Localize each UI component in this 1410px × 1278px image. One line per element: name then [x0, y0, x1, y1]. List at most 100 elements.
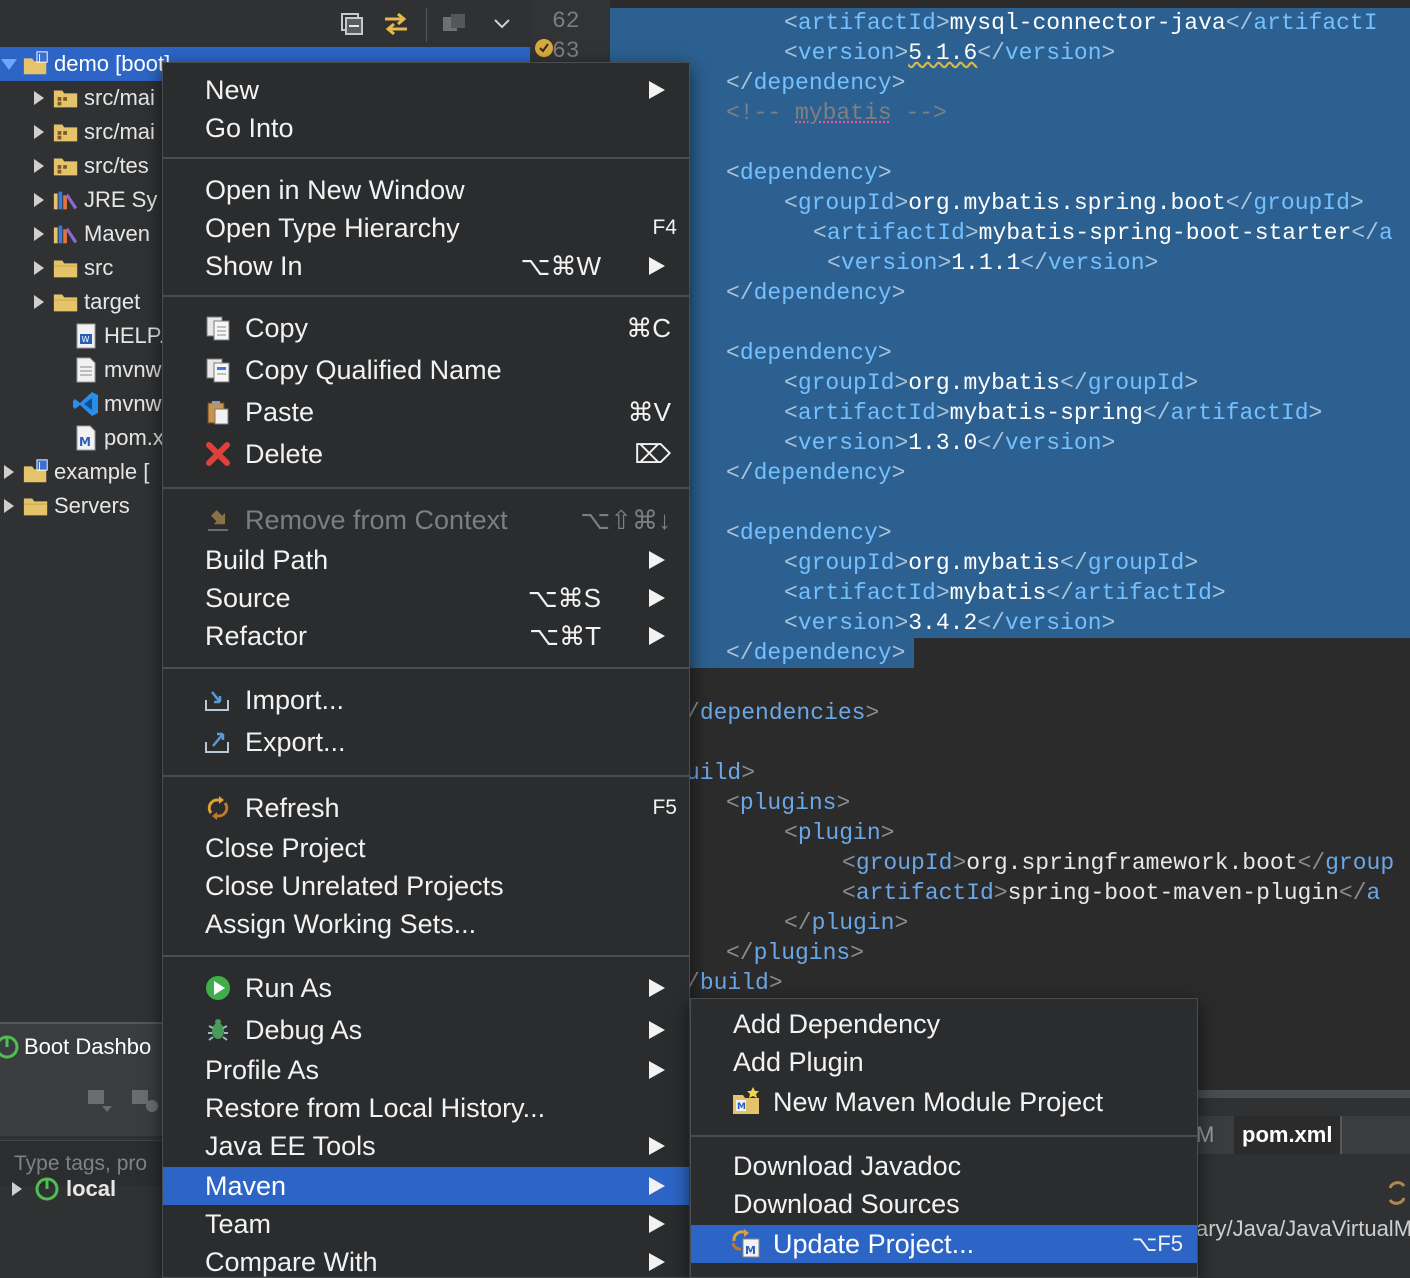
collapse-all-icon[interactable] — [334, 6, 370, 42]
menu-item-java-ee-tools[interactable]: Java EE Tools — [163, 1127, 689, 1165]
code-punct: > — [878, 520, 892, 546]
menu-item-shortcut: ⌦ — [634, 439, 671, 470]
expand-arrow-icon[interactable] — [30, 123, 48, 141]
expand-arrow-icon[interactable] — [30, 259, 48, 277]
code-punct: > — [892, 70, 906, 96]
menu-item-open-in-new-window[interactable]: Open in New Window — [163, 171, 689, 209]
code-token: version — [798, 40, 895, 66]
sync-icon[interactable] — [1384, 1178, 1410, 1213]
focus-icon[interactable] — [436, 6, 472, 42]
menu-item-refactor[interactable]: Refactor ⌥⌘T — [163, 617, 689, 655]
menu-separator — [163, 955, 689, 957]
paste-icon — [203, 397, 233, 427]
boot-dashboard-toolbar — [0, 1070, 168, 1136]
code-punct: > — [878, 160, 892, 186]
menu-item-paste[interactable]: Paste ⌘V — [163, 393, 689, 431]
code-token: a — [1367, 880, 1381, 906]
tab-overview-partial[interactable]: M — [1196, 1122, 1214, 1148]
menu-item-label: Run As — [245, 973, 332, 1004]
maven-menu-item-add-dependency[interactable]: Add Dependency — [691, 1005, 1197, 1043]
menu-item-copy-qualified-name[interactable]: Copy Qualified Name — [163, 351, 689, 389]
menu-item-refresh[interactable]: Refresh F5 — [163, 789, 689, 827]
svg-text:M: M — [745, 1244, 756, 1257]
menu-item-maven[interactable]: Maven — [163, 1167, 689, 1205]
expand-arrow-icon[interactable] — [0, 463, 18, 481]
menu-item-restore-from-local-history[interactable]: Restore from Local History... — [163, 1089, 689, 1127]
code-punct: < — [784, 40, 798, 66]
code-token: groupId — [1253, 190, 1350, 216]
code-punct: </ — [726, 640, 754, 666]
code-token: --> — [892, 100, 947, 126]
expand-arrow-icon[interactable] — [30, 89, 48, 107]
tab-pom-xml[interactable]: pom.xml — [1234, 1116, 1342, 1154]
code-token: dependency — [754, 70, 892, 96]
menu-item-build-path[interactable]: Build Path — [163, 541, 689, 579]
boot-dashboard: Boot Dashbo Type tags, pro local — [0, 1022, 168, 1278]
menu-item-assign-working-sets[interactable]: Assign Working Sets... — [163, 905, 689, 943]
boot-local-target[interactable]: local — [0, 1172, 168, 1206]
export-icon — [203, 727, 233, 757]
menu-item-compare-with[interactable]: Compare With — [163, 1243, 689, 1278]
maven-menu-item-download-javadoc[interactable]: Download Javadoc — [691, 1147, 1197, 1185]
code-punct: < — [827, 250, 841, 276]
link-with-editor-icon[interactable] — [378, 6, 414, 42]
code-punct: > — [894, 910, 908, 936]
debug-deploy-icon[interactable] — [130, 1084, 160, 1119]
code-token: version — [798, 430, 895, 456]
code-punct: </ — [977, 430, 1005, 456]
menu-item-close-project[interactable]: Close Project — [163, 829, 689, 867]
menu-item-label: Download Sources — [733, 1189, 960, 1220]
maven-menu-item-download-sources[interactable]: Download Sources — [691, 1185, 1197, 1223]
menu-item-import[interactable]: Import... — [163, 681, 689, 719]
expand-arrow-icon[interactable] — [30, 157, 48, 175]
code-punct: > — [892, 460, 906, 486]
code-token: artifactId — [827, 220, 965, 246]
code-token: dependency — [740, 340, 878, 366]
menu-item-export[interactable]: Export... — [163, 723, 689, 761]
code-punct: </ — [1060, 370, 1088, 396]
code-token: mybatis — [950, 580, 1047, 606]
code-line: <artifactId>mybatis</artifactId> — [784, 578, 1226, 608]
menu-item-new[interactable]: New — [163, 71, 689, 109]
expand-arrow-icon[interactable] — [8, 1180, 26, 1198]
code-punct: </ — [726, 940, 754, 966]
menu-item-shortcut: ⌥⌘S — [528, 583, 601, 614]
menu-item-team[interactable]: Team — [163, 1205, 689, 1243]
maven-menu-item-new-maven-module-project[interactable]: M New Maven Module Project — [691, 1083, 1197, 1121]
menu-item-label: Profile As — [205, 1055, 319, 1086]
menu-item-go-into[interactable]: Go Into — [163, 109, 689, 147]
code-token: artifactId — [798, 580, 936, 606]
menu-item-source[interactable]: Source ⌥⌘S — [163, 579, 689, 617]
menu-item-run-as[interactable]: Run As — [163, 969, 689, 1007]
code-punct: > — [894, 430, 908, 456]
view-menu-chevron-icon[interactable] — [484, 6, 520, 42]
explorer-toolbar — [0, 0, 530, 48]
new-maven-module-icon: M — [731, 1086, 765, 1116]
menu-item-label: Open Type Hierarchy — [205, 213, 460, 244]
menu-item-show-in[interactable]: Show In ⌥⌘W — [163, 247, 689, 285]
menu-item-label: Go Into — [205, 113, 294, 144]
maven-menu-item-update-project[interactable]: M Update Project... ⌥F5 — [691, 1225, 1197, 1263]
menu-separator — [163, 295, 689, 297]
code-token: groupId — [798, 190, 895, 216]
expand-arrow-icon[interactable] — [0, 497, 18, 515]
expand-arrow-icon[interactable] — [30, 191, 48, 209]
code-token: plugins — [754, 940, 851, 966]
expand-arrow-icon[interactable] — [30, 293, 48, 311]
maven-pom-icon: M — [72, 425, 100, 451]
boot-dashboard-tab[interactable]: Boot Dashbo — [0, 1022, 168, 1070]
menu-item-close-unrelated-projects[interactable]: Close Unrelated Projects — [163, 867, 689, 905]
code-token: 3.4.2 — [908, 610, 977, 636]
expand-arrow-icon[interactable] — [30, 225, 48, 243]
menu-item-debug-as[interactable]: Debug As — [163, 1011, 689, 1049]
menu-item-open-type-hierarchy[interactable]: Open Type Hierarchy F4 — [163, 209, 689, 247]
maven-menu-item-add-plugin[interactable]: Add Plugin — [691, 1043, 1197, 1081]
code-punct: > — [850, 940, 864, 966]
menu-item-delete[interactable]: Delete ⌦ — [163, 435, 689, 473]
code-token: groupId — [798, 550, 895, 576]
deploy-icon[interactable] — [86, 1084, 116, 1119]
code-line: <groupId>org.springframework.boot</group — [842, 848, 1394, 878]
menu-item-copy[interactable]: Copy ⌘C — [163, 309, 689, 347]
menu-item-profile-as[interactable]: Profile As — [163, 1051, 689, 1089]
collapse-arrow-icon[interactable] — [0, 55, 18, 73]
